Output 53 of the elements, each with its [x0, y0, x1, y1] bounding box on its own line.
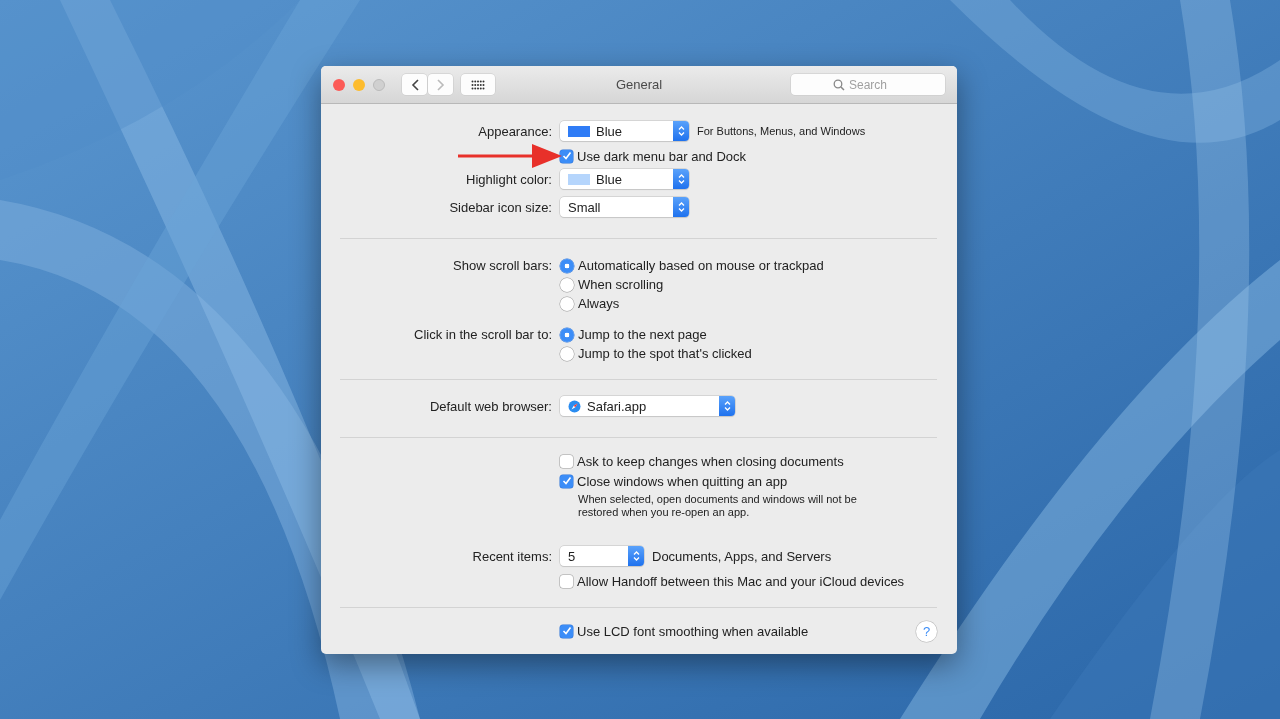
checkbox-label: Use dark menu bar and Dock — [577, 148, 747, 164]
dropdown[interactable]: Safari.app — [560, 396, 735, 416]
checkbox[interactable] — [560, 454, 573, 468]
checkbox[interactable] — [560, 574, 573, 588]
setting-label: Click in the scroll bar to: — [414, 327, 552, 342]
radio-button[interactable] — [560, 327, 574, 342]
zoom-icon[interactable] — [373, 78, 385, 91]
forward-button[interactable] — [428, 74, 453, 95]
search-field[interactable]: Search — [791, 74, 945, 95]
radio-label: Jump to the next page — [578, 327, 707, 342]
checkbox[interactable] — [560, 624, 573, 638]
setting-label: Appearance: — [478, 124, 552, 139]
compass-icon — [568, 399, 581, 413]
chevron-left-icon — [410, 78, 419, 91]
radio-label: Always — [578, 296, 620, 311]
setting-label: Show scroll bars: — [453, 258, 552, 273]
dropdown[interactable]: Blue — [560, 121, 689, 141]
checkbox[interactable] — [560, 149, 573, 163]
radio-label: Jump to the spot that's clicked — [578, 346, 752, 361]
grid-button[interactable] — [461, 74, 495, 95]
search-icon — [833, 79, 845, 91]
close-icon[interactable] — [333, 78, 345, 91]
grid-icon — [471, 79, 485, 90]
radio-button[interactable] — [560, 346, 574, 361]
stepper-icon — [673, 169, 689, 189]
back-button[interactable] — [402, 74, 427, 95]
dropdown[interactable]: 5 — [560, 546, 644, 566]
dropdown[interactable]: Small — [560, 197, 689, 217]
checkbox-label: Use LCD font smoothing when available — [577, 623, 809, 639]
radio-label: Automatically based on mouse or trackpad — [578, 258, 824, 273]
stepper-icon — [628, 546, 644, 566]
stepper-icon — [673, 121, 689, 141]
dropdown[interactable]: Blue — [560, 169, 689, 189]
window-title: General — [614, 77, 664, 92]
checkbox[interactable] — [560, 474, 573, 488]
setting-label: Recent items: — [472, 549, 552, 564]
radio-button[interactable] — [560, 258, 574, 273]
stepper-icon — [719, 396, 735, 416]
radio-label: When scrolling — [578, 277, 664, 292]
setting-note: Documents, Apps, and Servers — [652, 548, 832, 564]
checkbox-label: Ask to keep changes when closing documents — [577, 453, 844, 469]
setting-label: Default web browser: — [429, 399, 552, 414]
setting-label: Highlight color: — [466, 172, 552, 187]
hint-text: When selected, open documents and windows will not be restored when you re-open an app. — [578, 493, 858, 519]
checkbox-label: Allow Handoff between this Mac and your iCloud devices — [577, 573, 905, 589]
setting-note: For Buttons, Menus, and Windows — [697, 125, 866, 137]
checkbox-label: Close windows when quitting an app — [577, 473, 788, 489]
radio-button[interactable] — [560, 296, 574, 311]
stepper-icon — [673, 197, 689, 217]
chevron-right-icon — [436, 78, 445, 91]
minimize-icon[interactable] — [353, 78, 365, 91]
radio-button[interactable] — [560, 277, 574, 292]
setting-label: Sidebar icon size: — [449, 200, 552, 215]
